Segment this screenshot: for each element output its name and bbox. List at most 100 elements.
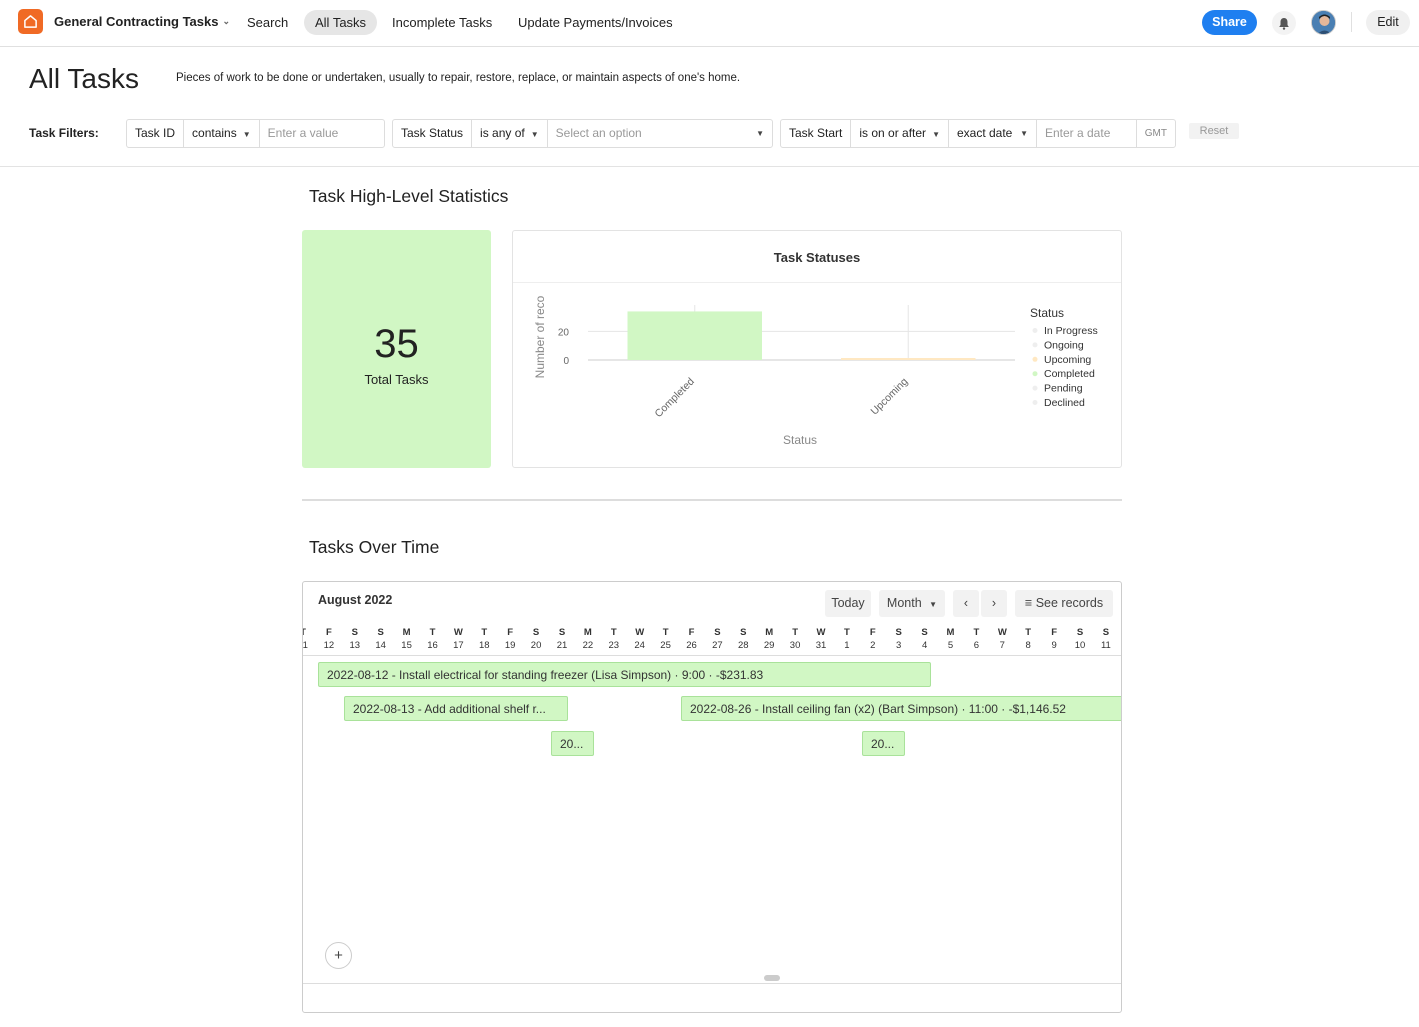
add-record-button[interactable]: + xyxy=(325,942,352,969)
tab-search[interactable]: Search xyxy=(236,10,299,35)
legend-swatch xyxy=(1032,371,1038,377)
day-number-label: 23 xyxy=(608,640,620,651)
task-status-value-select[interactable]: Select an option ▼ xyxy=(548,120,772,147)
day-of-week-label: S xyxy=(1102,627,1110,638)
legend-swatch xyxy=(1032,342,1038,348)
day-number-label: 26 xyxy=(686,640,697,651)
day-header-cell: W 31 xyxy=(811,626,831,652)
day-header-cell: W 24 xyxy=(630,626,650,652)
legend-entry[interactable]: Pending xyxy=(1044,383,1083,395)
bar-completed[interactable] xyxy=(627,311,763,360)
legend-entry[interactable]: Upcoming xyxy=(1044,354,1091,366)
filters-label: Task Filters: xyxy=(29,126,99,140)
edit-button[interactable]: Edit xyxy=(1366,10,1410,35)
tab-update-payments[interactable]: Update Payments/Invoices xyxy=(507,10,684,35)
total-tasks-label: Total Tasks xyxy=(364,372,429,387)
x-axis-label: Status xyxy=(783,433,817,447)
caret-down-icon: ▼ xyxy=(932,130,940,139)
task-status-field-label: Task Status xyxy=(393,120,473,147)
x-tick-label: Completed xyxy=(652,376,697,421)
home-logo-icon[interactable] xyxy=(18,9,43,34)
day-of-week-label: M xyxy=(946,627,955,638)
task-status-operator-select[interactable]: is any of ▼ xyxy=(472,120,548,147)
day-header-cell: M 15 xyxy=(397,626,417,652)
tab-all-tasks[interactable]: All Tasks xyxy=(304,10,378,35)
task-status-filter: Task Status is any of ▼ Select an option ▼ xyxy=(392,119,773,148)
day-number-label: 21 xyxy=(556,640,568,651)
day-of-week-label: S xyxy=(558,627,566,638)
day-of-week-label: M xyxy=(402,627,411,638)
day-of-week-label: S xyxy=(895,627,902,638)
day-number-label: 11 xyxy=(1100,640,1111,651)
legend-entry[interactable]: In Progress xyxy=(1044,325,1098,337)
day-of-week-label: W xyxy=(997,627,1007,638)
day-header-cell: T 16 xyxy=(423,626,443,652)
legend-entry[interactable]: Declined xyxy=(1044,397,1085,409)
day-header-cell: S 10 xyxy=(1070,626,1090,652)
day-number-label: 19 xyxy=(504,640,516,651)
next-month-button[interactable]: › xyxy=(981,590,1007,617)
day-header-cell: S 27 xyxy=(707,626,727,652)
day-header-cell: S4 xyxy=(915,626,935,652)
calendar-event[interactable]: 20... xyxy=(862,731,905,756)
tasks-over-time-title: Tasks Over Time xyxy=(309,537,440,557)
page-title: All Tasks xyxy=(29,63,139,94)
task-id-value-input[interactable]: Enter a value xyxy=(260,120,384,147)
chevron-right-icon: › xyxy=(991,596,997,610)
calendar-event[interactable]: 2022-08-12 - Install electrical for stan… xyxy=(318,662,931,687)
day-number-label: 27 xyxy=(712,640,723,651)
day-header-cell: S3 xyxy=(889,626,909,652)
day-number-label: 20 xyxy=(530,640,542,651)
legend-title: Status xyxy=(1030,306,1064,320)
section-divider xyxy=(302,499,1122,501)
day-header-cell: S 28 xyxy=(733,626,753,652)
month-view-select[interactable]: Month ▼ xyxy=(879,590,945,617)
day-number-label: 28 xyxy=(738,640,749,651)
share-button[interactable]: Share xyxy=(1202,10,1257,35)
task-start-mode-select[interactable]: exact date ▼ xyxy=(949,120,1037,147)
day-header-cell: T1 xyxy=(837,626,857,652)
tab-incomplete-tasks[interactable]: Incomplete Tasks xyxy=(381,10,503,35)
day-header-cell: F9 xyxy=(1044,626,1064,652)
legend-entry[interactable]: Ongoing xyxy=(1044,339,1084,351)
previous-month-button[interactable]: ‹ xyxy=(953,590,979,617)
day-header-cell: M 22 xyxy=(578,626,598,652)
app-name-dropdown[interactable]: General Contracting Tasks ⌄ xyxy=(54,14,230,29)
day-of-week-label: S xyxy=(1076,627,1084,638)
y-tick-label: 0 xyxy=(563,356,569,367)
see-records-button[interactable]: ≡ See records xyxy=(1015,590,1113,617)
legend-swatch xyxy=(1032,400,1038,405)
task-start-date-input[interactable]: Enter a date xyxy=(1037,120,1137,147)
today-button[interactable]: Today xyxy=(825,590,871,617)
calendar-event[interactable]: 20... xyxy=(551,731,594,756)
user-avatar[interactable] xyxy=(1311,10,1336,35)
task-id-operator-label: contains xyxy=(192,126,237,140)
day-number-label: 4 xyxy=(921,640,928,651)
task-id-field-label: Task ID xyxy=(127,120,185,147)
day-number-label: 12 xyxy=(323,640,335,651)
task-id-operator-select[interactable]: contains ▼ xyxy=(184,120,260,147)
y-axis-label: Number of reco xyxy=(533,295,547,378)
day-of-week-label: T xyxy=(792,627,798,638)
resize-handle[interactable] xyxy=(764,975,780,981)
bell-icon[interactable] xyxy=(1272,11,1296,35)
calendar-footer-divider xyxy=(303,983,1121,984)
day-header-cell: F 19 xyxy=(500,626,520,652)
task-start-operator-select[interactable]: is on or after ▼ xyxy=(851,120,949,147)
day-number-label: 5 xyxy=(947,640,954,651)
calendar-event[interactable]: 2022-08-26 - Install ceiling fan (x2) (B… xyxy=(681,696,1121,721)
total-tasks-value: 35 xyxy=(374,322,419,366)
reset-filters-button[interactable]: Reset xyxy=(1189,123,1239,139)
day-number-label: 14 xyxy=(375,640,386,651)
day-header-cell: T8 xyxy=(1018,626,1038,652)
day-of-week-label: W xyxy=(453,627,463,638)
bar-upcoming[interactable] xyxy=(840,358,976,360)
day-header-cell: S 21 xyxy=(552,626,572,652)
task-start-filter: Task Start is on or after ▼ exact date ▼ E… xyxy=(780,119,1176,148)
day-number-label: 15 xyxy=(401,640,412,651)
day-number-label: 7 xyxy=(999,640,1005,651)
calendar-event[interactable]: 2022-08-13 - Add additional shelf r... xyxy=(344,696,568,721)
legend-swatch xyxy=(1032,356,1038,362)
app-name-label: General Contracting Tasks xyxy=(54,14,219,29)
legend-entry[interactable]: Completed xyxy=(1044,368,1095,380)
